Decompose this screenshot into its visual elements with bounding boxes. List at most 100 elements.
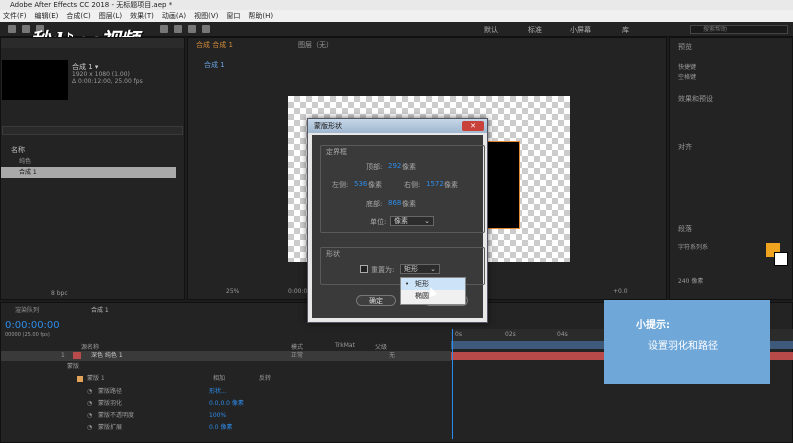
font-size-value[interactable]: 240 像素 — [678, 276, 703, 285]
tab-timeline-comp[interactable]: 合成 1 — [91, 305, 109, 314]
ok-button[interactable]: 确定 — [356, 295, 396, 306]
brush-tool-icon[interactable] — [188, 25, 196, 33]
font-family-value[interactable]: 字符系列系 — [678, 242, 708, 251]
viewer-tab-comp[interactable]: 合成 合成 1 — [196, 40, 233, 50]
mask-opacity-row[interactable]: ◔ 蒙版不透明度 100% — [1, 411, 451, 421]
mask-opacity-value[interactable]: 100% — [209, 411, 226, 421]
layer-mode[interactable]: 正常 — [291, 351, 303, 361]
pen-tool-icon[interactable] — [160, 25, 168, 33]
mask-path-row[interactable]: ◔ 蒙版路径 形状... — [1, 387, 451, 397]
units-label: 单位: — [370, 218, 387, 226]
paragraph-title[interactable]: 段落 — [678, 224, 692, 234]
menu-edit[interactable]: 编辑(E) — [35, 11, 59, 21]
mask-path-value[interactable]: 形状... — [209, 387, 227, 397]
playhead[interactable] — [452, 329, 453, 439]
menu-animation[interactable]: 动画(A) — [162, 11, 186, 21]
stroke-color-swatch[interactable] — [774, 252, 788, 266]
col-source-name[interactable]: 源名称 — [81, 342, 99, 351]
reset-label: 重置为: — [371, 266, 395, 274]
menu-effect[interactable]: 效果(T) — [130, 11, 154, 21]
effects-presets-title[interactable]: 效果和预设 — [678, 94, 713, 104]
left-label: 左侧: — [332, 181, 349, 189]
search-help-input[interactable]: 搜索帮助 — [690, 25, 788, 34]
menu-layer[interactable]: 图层(L) — [99, 11, 122, 21]
option-ellipse-label: 椭圆 — [415, 292, 429, 300]
current-timecode[interactable]: 0:00:00:00 — [5, 320, 60, 331]
mask-expansion-row[interactable]: ◔ 蒙版扩展 0.0 像素 — [1, 423, 451, 433]
comp-resolution: 1920 x 1080 (1.00) — [72, 71, 130, 78]
stopwatch-icon[interactable]: ◔ — [87, 411, 92, 421]
mask-invert[interactable]: 反转 — [259, 374, 271, 384]
stamp-tool-icon[interactable] — [202, 25, 210, 33]
mask-opacity-label: 蒙版不透明度 — [98, 412, 135, 419]
mask-mode[interactable]: 相加 — [213, 374, 225, 384]
col-parent[interactable]: 父级 — [375, 342, 387, 351]
column-name-header[interactable]: 名称 — [11, 145, 25, 155]
project-item-comp[interactable]: 合成 1 — [1, 167, 176, 178]
right-panels: 预览 快捷键 空格键 效果和预设 对齐 段落 字符系列系 240 像素 — [669, 37, 793, 300]
col-trkmat[interactable]: TrkMat — [335, 342, 355, 349]
layer-parent[interactable]: 无 — [389, 351, 395, 361]
exposure-offset[interactable]: +0.0 — [613, 288, 628, 295]
units-dropdown[interactable]: 像素 ⌄ — [390, 216, 434, 226]
reset-checkbox[interactable] — [360, 265, 368, 273]
workspace-small-screen[interactable]: 小屏幕 — [570, 25, 591, 35]
dialog-close-button[interactable]: ✕ — [462, 121, 484, 131]
right-value[interactable]: 1572 — [426, 180, 444, 188]
selection-tool-icon[interactable] — [8, 25, 16, 33]
mask-group-row[interactable]: 蒙版 — [1, 362, 451, 372]
top-value[interactable]: 292 — [388, 162, 401, 170]
layer-name[interactable]: 深色 纯色 1 — [91, 351, 123, 361]
layer-row[interactable]: 1 深色 纯色 1 正常 无 — [1, 351, 451, 361]
mask-name[interactable]: 蒙版 1 — [87, 374, 105, 384]
hand-tool-icon[interactable] — [22, 25, 30, 33]
mask-feather-row[interactable]: ◔ 蒙版羽化 0.0,0.0 像素 — [1, 399, 451, 409]
project-item-solid[interactable]: 纯色 — [1, 156, 182, 167]
bottom-value[interactable]: 868 — [388, 199, 401, 207]
left-value[interactable]: 536 — [354, 180, 367, 188]
project-panel-header — [1, 38, 184, 48]
workspace-library[interactable]: 库 — [622, 25, 629, 35]
solid-layer-shape[interactable] — [486, 141, 520, 229]
viewer-tab-layer[interactable]: 图层（无） — [298, 40, 333, 50]
chevron-down-icon: ⌄ — [430, 265, 436, 273]
text-tool-icon[interactable] — [174, 25, 182, 33]
menu-file[interactable]: 文件(F) — [3, 11, 27, 21]
right-unit: 像素 — [444, 181, 458, 189]
stopwatch-icon[interactable]: ◔ — [87, 387, 92, 397]
tip-text: 设置羽化和路径 — [648, 341, 718, 352]
window-title: Adobe After Effects CC 2018 - 无标题项目.aep … — [0, 0, 793, 10]
workspace-default[interactable]: 默认 — [484, 25, 498, 35]
search-help-placeholder: 搜索帮助 — [703, 26, 728, 33]
zoom-level[interactable]: 25% — [226, 288, 239, 295]
mask-expansion-value[interactable]: 0.0 像素 — [209, 423, 232, 433]
viewer-tab-comp-label: 合成 合成 1 — [196, 41, 233, 49]
option-rectangle-label: 矩形 — [415, 280, 429, 288]
reset-shape-dropdown[interactable]: 矩形 ⌄ — [400, 264, 440, 274]
stopwatch-icon[interactable]: ◔ — [87, 399, 92, 409]
menu-window[interactable]: 窗口 — [226, 11, 240, 21]
mask-path-label: 蒙版路径 — [98, 388, 123, 395]
project-search-input[interactable] — [2, 126, 183, 135]
mask-feather-value[interactable]: 0.0,0.0 像素 — [209, 399, 244, 409]
bpc-label[interactable]: 8 bpc — [51, 290, 68, 297]
tab-render-queue[interactable]: 渲染队列 — [15, 305, 39, 314]
menu-view[interactable]: 视图(V) — [194, 11, 218, 21]
comp-thumbnail — [2, 60, 68, 100]
mask-row[interactable]: 蒙版 1 相加 反转 — [1, 374, 451, 384]
comp-duration: Δ 0:00:12:00, 25.00 fps — [72, 78, 143, 85]
workspace-standard[interactable]: 标准 — [528, 25, 542, 35]
menu-help[interactable]: 帮助(H) — [248, 11, 273, 21]
mask-color-swatch[interactable] — [77, 376, 83, 382]
shortcut-value[interactable]: 空格键 — [678, 72, 696, 81]
menu-composition[interactable]: 合成(C) — [66, 11, 90, 21]
comp-item-label: 合成 1 — [19, 169, 37, 176]
align-title[interactable]: 对齐 — [678, 142, 692, 152]
viewer-comp-label[interactable]: 合成 1 — [204, 60, 225, 70]
window-controls[interactable] — [740, 0, 793, 10]
mask-feather-label: 蒙版羽化 — [98, 400, 123, 407]
layer-label-color[interactable] — [73, 352, 81, 359]
col-mode[interactable]: 模式 — [291, 342, 303, 351]
mask-expansion-label: 蒙版扩展 — [98, 424, 123, 431]
stopwatch-icon[interactable]: ◔ — [87, 423, 92, 433]
